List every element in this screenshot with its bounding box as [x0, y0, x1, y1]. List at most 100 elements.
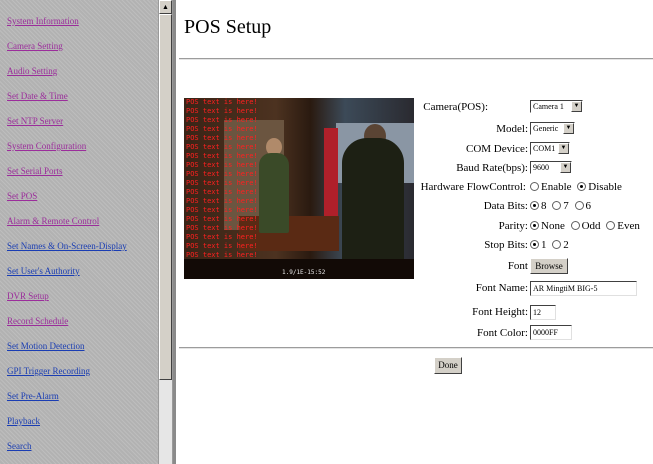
sidebar-item: Alarm & Remote Control [7, 209, 158, 234]
sidebar-link[interactable]: Set POS [7, 191, 37, 201]
sidebar-link[interactable]: Set NTP Server [7, 116, 63, 126]
sidebar-item: Set POS [7, 184, 158, 209]
font-height-label: Font Height: [472, 306, 528, 318]
osd-line: POS text is here! [186, 170, 258, 178]
camera-label: Camera(POS): [423, 101, 488, 113]
font-name-input[interactable]: AR MingtiM BIG-5 [530, 281, 637, 296]
osd-line: POS text is here! [186, 107, 258, 115]
page-title: POS Setup [184, 16, 272, 38]
font-label: Font [507, 260, 528, 272]
osd-line: POS text is here! [186, 161, 258, 169]
osd-line: POS text is here! [186, 215, 258, 223]
sidebar-item: Audio Setting [7, 59, 158, 84]
stop-bits-2-radio[interactable]: 2 [552, 239, 569, 251]
osd-line: POS text is here! [186, 134, 258, 142]
sidebar-item: Set Date & Time [7, 84, 158, 109]
osd-line: POS text is here! [186, 251, 258, 259]
sidebar-item: DVR Setup [7, 284, 158, 309]
sidebar-item: GPI Trigger Recording [7, 359, 158, 384]
chevron-down-icon: ▼ [560, 162, 571, 173]
stop-bits-label: Stop Bits: [484, 239, 528, 251]
sidebar-link[interactable]: DVR Setup [7, 291, 49, 301]
sidebar-link[interactable]: Record Schedule [7, 316, 68, 326]
divider [179, 347, 653, 349]
sidebar-link[interactable]: Set Motion Detection [7, 341, 85, 351]
data-bits-options: 8 7 6 [530, 200, 591, 212]
sidebar-item: System Configuration [7, 134, 158, 159]
osd-line: POS text is here! [186, 179, 258, 187]
osd-line: POS text is here! [186, 206, 258, 214]
sidebar-item: Set User's Authority [7, 259, 158, 284]
sidebar-item: Playback [7, 409, 158, 434]
sidebar-link[interactable]: System Configuration [7, 141, 86, 151]
flow-disable-radio[interactable]: Disable [577, 181, 622, 193]
osd-line: POS text is here! [186, 98, 258, 106]
osd-line: POS text is here! [186, 152, 258, 160]
sidebar-item: Set Serial Ports [7, 159, 158, 184]
data-bits-8-radio[interactable]: 8 [530, 200, 547, 212]
sidebar-item: Set Motion Detection [7, 334, 158, 359]
data-bits-label: Data Bits: [483, 200, 528, 212]
parity-none-radio[interactable]: None [530, 220, 565, 232]
osd-line: POS text is here! [186, 242, 258, 250]
sidebar-item: Camera Setting [7, 34, 158, 59]
font-color-label: Font Color: [476, 327, 528, 339]
sidebar-link[interactable]: System Information [7, 16, 79, 26]
sidebar-link[interactable]: Search [7, 441, 32, 451]
flow-enable-radio[interactable]: Enable [530, 181, 572, 193]
stop-bits-options: 1 2 [530, 239, 569, 251]
osd-line: POS text is here! [186, 233, 258, 241]
parity-odd-radio[interactable]: Odd [570, 220, 601, 232]
browse-button[interactable]: Browse [530, 258, 568, 274]
sidebar-link[interactable]: Set Pre-Alarm [7, 391, 59, 401]
sidebar-link[interactable]: GPI Trigger Recording [7, 366, 90, 376]
scroll-up-arrow-icon[interactable]: ▲ [159, 0, 172, 14]
sidebar-item: Set NTP Server [7, 109, 158, 134]
com-device-label: COM Device: [465, 143, 528, 155]
sidebar-link[interactable]: Set Date & Time [7, 91, 68, 101]
divider [179, 58, 653, 60]
scroll-thumb[interactable] [159, 14, 172, 380]
camera-preview: POS text is here! POS text is here! POS te… [184, 98, 414, 279]
parity-options: None Odd Even [530, 220, 640, 232]
osd-line: POS text is here! [186, 143, 258, 151]
flow-control-label: Hardware FlowControl: [420, 181, 526, 193]
parity-label: Parity: [498, 220, 528, 232]
sidebar-item: Record Schedule [7, 309, 158, 334]
sidebar-link[interactable]: Audio Setting [7, 66, 57, 76]
font-height-input[interactable]: 12 [530, 305, 556, 320]
baud-rate-select[interactable]: 9600 ▼ [530, 161, 572, 174]
font-color-input[interactable]: 0000FF [530, 325, 572, 340]
baud-rate-label: Baud Rate(bps): [456, 162, 528, 174]
sidebar-link[interactable]: Camera Setting [7, 41, 63, 51]
osd-line: POS text is here! [186, 188, 258, 196]
sidebar-link[interactable]: Playback [7, 416, 40, 426]
menu-list: System Information Camera Setting Audio Se… [0, 0, 158, 459]
sidebar-link[interactable]: Alarm & Remote Control [7, 216, 99, 226]
sidebar-link[interactable]: Set Serial Ports [7, 166, 63, 176]
sidebar-item: Set Names & On-Screen-Display [7, 234, 158, 259]
sidebar-menu: System Information Camera Setting Audio Se… [0, 0, 158, 464]
parity-even-radio[interactable]: Even [606, 220, 640, 232]
sidebar-scrollbar[interactable]: ▲ [158, 0, 173, 464]
done-button[interactable]: Done [434, 357, 462, 374]
sidebar-item: System Information [7, 9, 158, 34]
osd-line: POS text is here! [186, 125, 258, 133]
model-label: Model: [496, 123, 528, 135]
chevron-down-icon: ▼ [558, 143, 569, 154]
main-content: POS Setup POS text is here! POS text is h… [176, 0, 653, 464]
stop-bits-1-radio[interactable]: 1 [530, 239, 547, 251]
sidebar-item: Set Pre-Alarm [7, 384, 158, 409]
flow-control-options: Enable Disable [530, 181, 622, 193]
data-bits-7-radio[interactable]: 7 [552, 200, 569, 212]
sidebar-link[interactable]: Set Names & On-Screen-Display [7, 241, 127, 251]
font-name-label: Font Name: [475, 282, 528, 294]
model-select[interactable]: Generic ▼ [530, 122, 575, 135]
chevron-down-icon: ▼ [571, 101, 582, 112]
chevron-down-icon: ▼ [563, 123, 574, 134]
sidebar-link[interactable]: Set User's Authority [7, 266, 80, 276]
com-device-select[interactable]: COM1 ▼ [530, 142, 570, 155]
osd-line: POS text is here! [186, 116, 258, 124]
camera-select[interactable]: Camera 1 ▼ [530, 100, 583, 113]
data-bits-6-radio[interactable]: 6 [574, 200, 591, 212]
